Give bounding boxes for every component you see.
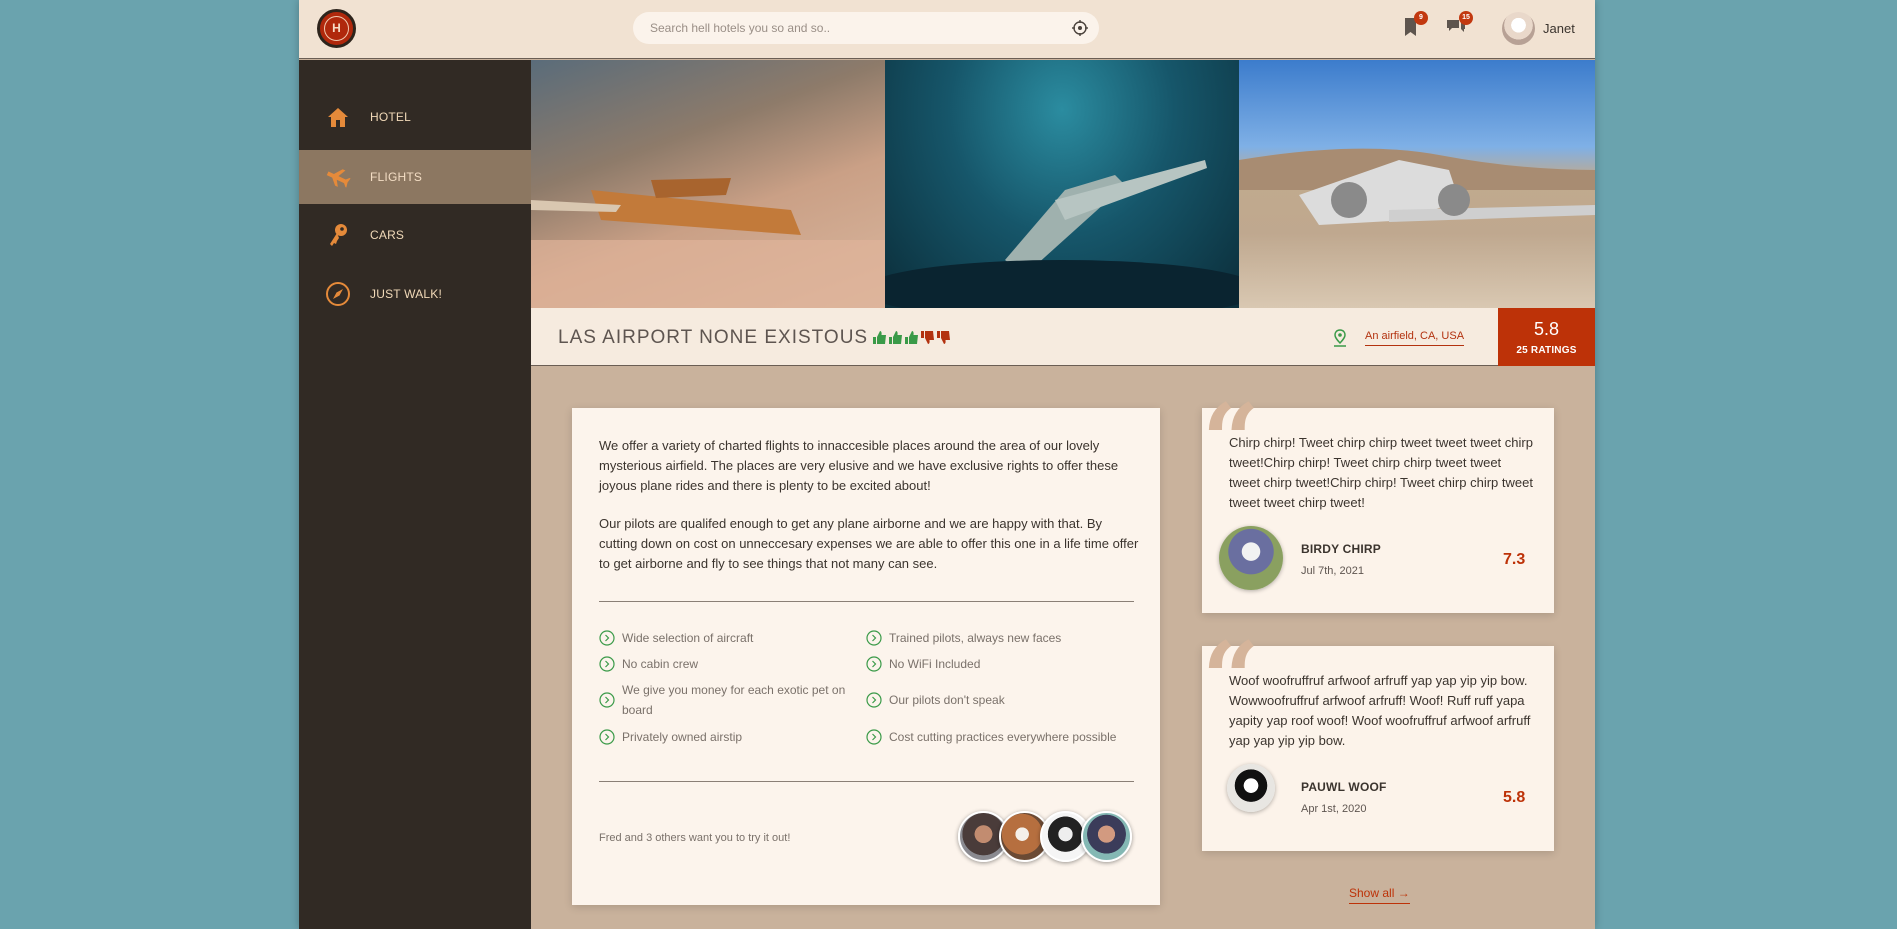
feature-text: Cost cutting practices everywhere possib… [889, 730, 1117, 744]
feature-text: Privately owned airstip [622, 730, 743, 744]
gallery-photo-underwater-plane[interactable] [885, 60, 1239, 308]
sidebar-item-just-walk[interactable]: JUST WALK! [299, 267, 531, 321]
sidebar-item-cars[interactable]: CARS [299, 208, 531, 262]
friends-recommendation-text: Fred and 3 others want you to try it out… [599, 832, 791, 844]
bookmarks-button[interactable]: 9 [1400, 11, 1428, 38]
sidebar-item-label: HOTEL [370, 110, 412, 124]
place-title: LAS AIRPORT NONE EXISTOUS [558, 327, 869, 348]
feature-text: No WiFi Included [889, 657, 981, 671]
search-input[interactable] [650, 12, 1050, 44]
user-name: Janet [1543, 20, 1575, 36]
feature-text: We give you money for each exotic pet on… [622, 683, 846, 717]
locate-icon[interactable] [1071, 19, 1089, 37]
description-card: We offer a variety of charted flights to… [572, 408, 1160, 905]
rating-score: 5.8 [1533, 319, 1560, 339]
divider [599, 781, 1134, 782]
thumbs-up-icon [873, 331, 886, 344]
feature-item: Wide selection of aircraft [599, 628, 753, 648]
user-avatar [1502, 11, 1535, 45]
review-card: “ Woof woofruffruf arfwoof arfruff yap y… [1202, 629, 1554, 851]
check-circle-icon [599, 630, 615, 646]
ratings-count: 25 RATINGS [1516, 345, 1577, 356]
reviewer-avatar[interactable] [1219, 526, 1283, 590]
key-icon [330, 224, 347, 246]
check-circle-icon [599, 692, 615, 708]
feature-item: Trained pilots, always new faces [866, 628, 1061, 648]
check-circle-icon [866, 692, 882, 708]
review-card: “ Chirp chirp! Tweet chirp chirp tweet t… [1202, 391, 1554, 613]
feature-item: No cabin crew [599, 654, 698, 674]
address-link[interactable]: An airfield, CA, USA [1365, 330, 1465, 346]
check-circle-icon [599, 729, 615, 745]
thumbs-down-icon [937, 331, 950, 344]
sidebar-item-hotel[interactable]: HOTEL [299, 90, 531, 144]
feature-item: Privately owned airstip [599, 727, 742, 747]
reviewer-name: PAUWL WOOF [1301, 780, 1387, 794]
top-header: H 9 15 [299, 0, 1595, 59]
logo-letter: H [324, 16, 349, 41]
compass-icon [326, 282, 350, 306]
messages-button[interactable]: 15 [1445, 11, 1473, 38]
gallery-photo-desert-plane[interactable] [1239, 60, 1595, 308]
check-circle-icon [866, 656, 882, 672]
thumbs-up-icon [905, 331, 918, 344]
review-date: Jul 7th, 2021 [1301, 565, 1364, 577]
reviewer-name: BIRDY CHIRP [1301, 542, 1381, 556]
thumbs-down-icon [921, 331, 934, 344]
overall-rating: 5.8 25 RATINGS [1498, 308, 1595, 366]
photo-gallery [531, 60, 1595, 308]
description: We offer a variety of charted flights to… [599, 436, 1139, 592]
sidebar-item-label: CARS [370, 228, 405, 242]
desert-wreck-illustration [1239, 148, 1595, 225]
review-date: Apr 1st, 2020 [1301, 803, 1367, 815]
check-circle-icon [599, 656, 615, 672]
messages-badge: 15 [1459, 11, 1473, 25]
app-window: H 9 15 [299, 0, 1595, 929]
thumbs-up-icon [889, 331, 902, 344]
gallery-photo-crashed-plane-field[interactable] [531, 60, 885, 308]
feature-text: Trained pilots, always new faces [889, 631, 1062, 645]
review-text: Chirp chirp! Tweet chirp chirp tweet twe… [1229, 435, 1533, 510]
sidebar: HOTEL FLIGHTS CARS JUST WALK! [299, 60, 531, 929]
feature-text: No cabin crew [622, 657, 699, 671]
review-text: Woof woofruffruf arfwoof arfruff yap yap… [1229, 673, 1531, 748]
hotel-logo[interactable]: H [317, 9, 356, 48]
divider [599, 601, 1134, 602]
plane-wreck-illustration [531, 178, 885, 308]
feature-text: Wide selection of aircraft [622, 631, 754, 645]
review-score: 7.3 [1503, 551, 1526, 568]
friend-avatars [958, 811, 1132, 862]
description-paragraph: Our pilots are qualifed enough to get an… [599, 516, 1139, 571]
plane-icon [326, 169, 351, 188]
check-circle-icon [866, 729, 882, 745]
sidebar-item-label: JUST WALK! [370, 287, 443, 301]
feature-item: Cost cutting practices everywhere possib… [866, 727, 1116, 747]
map-pin-icon [1334, 329, 1346, 347]
friend-avatar[interactable] [1081, 811, 1132, 862]
sidebar-item-label: FLIGHTS [370, 170, 423, 184]
description-paragraph: We offer a variety of charted flights to… [599, 438, 1119, 493]
feature-text: Our pilots don't speak [889, 693, 1005, 707]
check-circle-icon [866, 630, 882, 646]
user-menu[interactable]: Janet [1502, 11, 1575, 45]
feature-item: No WiFi Included [866, 654, 980, 674]
feature-item: Our pilots don't speak [866, 690, 1005, 710]
search-bar [633, 12, 1099, 44]
show-all-reviews-link[interactable]: Show all → [1349, 886, 1410, 904]
reviewer-avatar[interactable] [1227, 764, 1275, 812]
place-title-bar: LAS AIRPORT NONE EXISTOUS An airfield, C… [531, 308, 1595, 366]
house-icon [328, 108, 348, 127]
feature-item: We give you money for each exotic pet on… [599, 680, 849, 720]
underwater-wreck-illustration [885, 160, 1239, 308]
review-score: 5.8 [1503, 789, 1526, 806]
thumb-rating [872, 330, 951, 345]
bookmarks-badge: 9 [1414, 11, 1428, 25]
sidebar-item-flights[interactable]: FLIGHTS [299, 150, 531, 204]
